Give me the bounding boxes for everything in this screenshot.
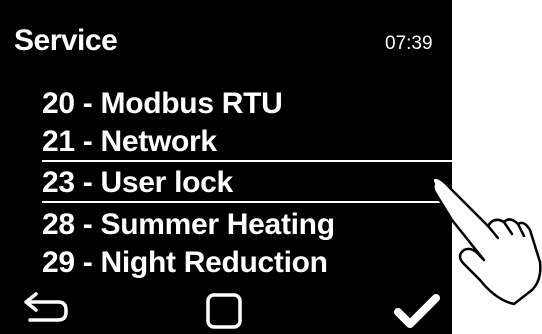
page-title: Service: [14, 24, 118, 57]
back-arrow-icon[interactable]: [22, 290, 70, 326]
clock-display: 07:39: [385, 33, 433, 54]
selection-top-line: [42, 160, 452, 162]
menu-item-night-reduction[interactable]: 29 - Night Reduction: [42, 246, 442, 280]
menu-item-user-lock[interactable]: 23 - User lock: [42, 166, 442, 200]
square-icon[interactable]: [205, 292, 243, 330]
pointing-hand-icon: [431, 176, 542, 306]
menu-item-modbus-rtu[interactable]: 20 - Modbus RTU: [42, 87, 442, 121]
device-screen: Service 07:39 20 - Modbus RTU 21 - Netwo…: [0, 0, 452, 334]
menu-item-summer-heating[interactable]: 28 - Summer Heating: [42, 208, 442, 242]
menu-item-network[interactable]: 21 - Network: [42, 125, 442, 159]
selection-bottom-line: [42, 201, 452, 203]
